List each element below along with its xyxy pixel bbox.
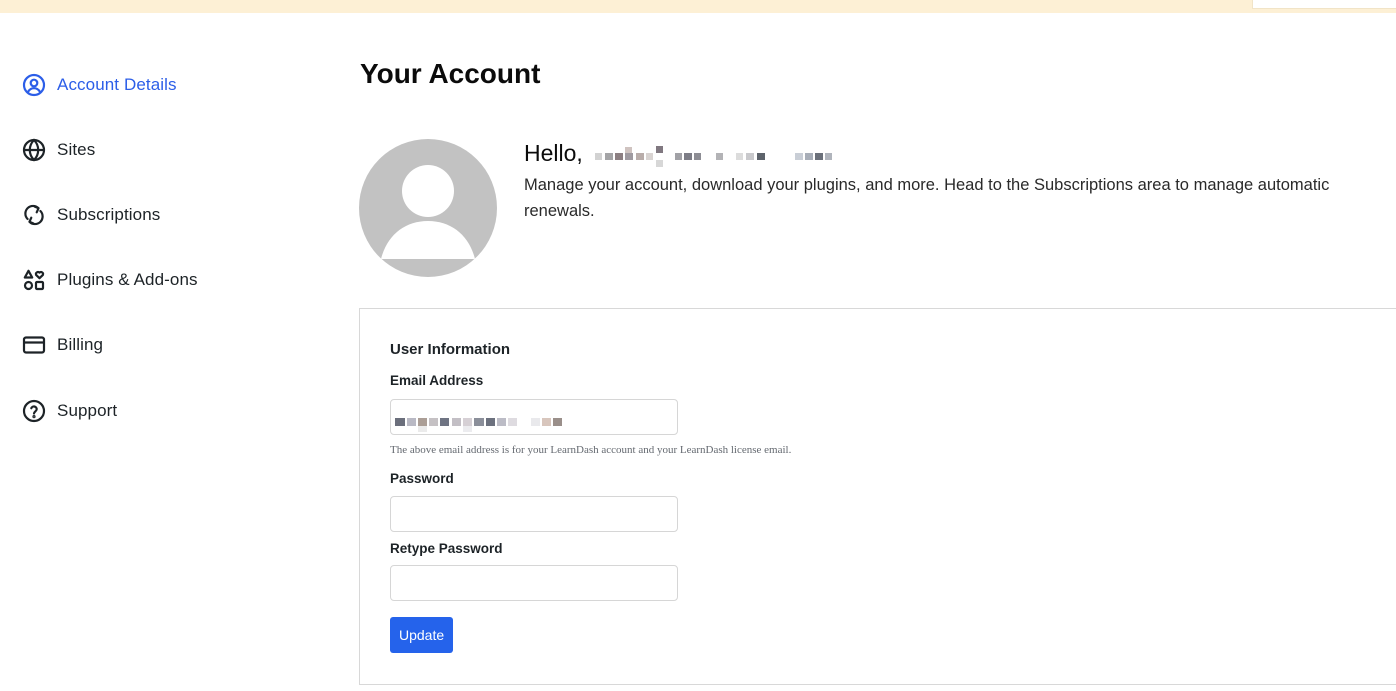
retype-password-label: Retype Password (390, 541, 503, 556)
nav-label: Plugins & Add-ons (57, 270, 198, 290)
intro-text: Manage your account, download your plugi… (524, 176, 1330, 220)
email-label: Email Address (390, 373, 484, 388)
user-circle-icon (22, 73, 46, 97)
globe-icon (22, 138, 46, 162)
admin-notice-bar (0, 0, 1396, 13)
nav-label: Billing (57, 335, 104, 355)
default-avatar-icon (381, 165, 475, 259)
nav-item-subscriptions[interactable]: Subscriptions (0, 182, 330, 247)
user-information-card: User Information Email Address The above… (359, 308, 1396, 685)
nav-item-billing[interactable]: Billing (0, 313, 330, 378)
avatar (359, 139, 497, 277)
nav-label: Support (57, 400, 118, 420)
greeting-text: Hello, (524, 140, 583, 166)
shapes-icon (22, 268, 46, 292)
nav-item-sites[interactable]: Sites (0, 117, 330, 182)
redacted-email-value (395, 410, 575, 434)
account-sidebar: Account Details Sites Subscriptions Plug… (0, 52, 330, 443)
nav-label: Subscriptions (57, 204, 161, 224)
password-label: Password (390, 471, 454, 486)
help-circle-icon (22, 399, 46, 423)
credit-card-icon (22, 333, 46, 357)
nav-label: Account Details (57, 74, 177, 94)
page-title: Your Account (360, 58, 541, 89)
redacted-user-name (595, 142, 840, 170)
email-help-text: The above email address is for your Lear… (390, 444, 792, 456)
nav-item-account-details[interactable]: Account Details (0, 52, 330, 117)
nav-item-plugins[interactable]: Plugins & Add-ons (0, 248, 330, 313)
retype-password-field[interactable] (390, 565, 678, 601)
nav-label: Sites (57, 139, 96, 159)
notice-tab[interactable] (1252, 0, 1396, 9)
section-title: User Information (390, 341, 511, 358)
nav-item-support[interactable]: Support (0, 378, 330, 443)
update-button[interactable]: Update (390, 617, 454, 653)
password-field[interactable] (390, 496, 678, 532)
refresh-icon (22, 203, 46, 227)
